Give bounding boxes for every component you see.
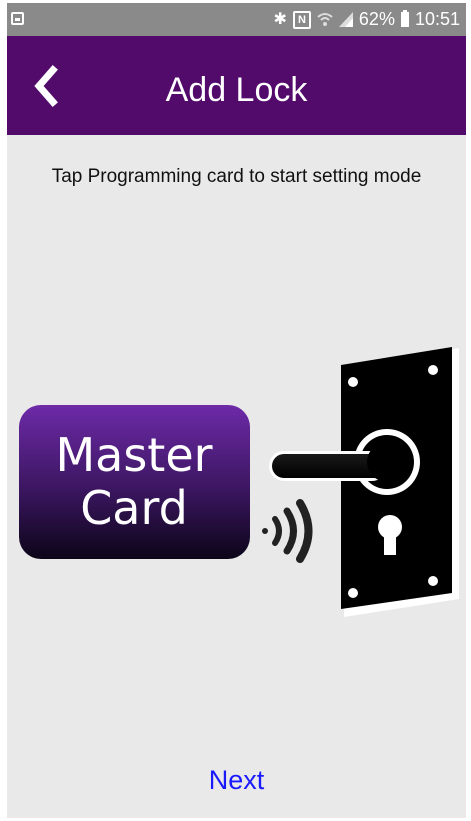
battery-percent: 62% — [358, 9, 395, 29]
wireless-signal-icon — [262, 499, 313, 563]
master-card: Master Card — [19, 405, 250, 559]
status-time: 10:51 — [414, 9, 460, 29]
page-title: Add Lock — [165, 71, 308, 109]
card-line1: Master — [55, 428, 212, 482]
wifi-icon — [317, 12, 333, 26]
app-header: Add Lock — [7, 36, 466, 135]
app-screen: ✱ N 62% 10:51 Add Lock Tap Programming c… — [7, 3, 466, 818]
master-card-lock-illustration: Master Card — [19, 347, 459, 617]
next-button[interactable]: Next — [7, 765, 466, 796]
battery-icon — [400, 10, 409, 27]
status-icons: ✱ N 62% 10:51 — [274, 3, 460, 36]
signal-icon — [338, 12, 353, 27]
screenshot-icon — [11, 12, 24, 25]
card-line2: Card — [80, 481, 188, 535]
status-bar: ✱ N 62% 10:51 — [7, 3, 466, 36]
instruction-text: Tap Programming card to start setting mo… — [51, 166, 422, 187]
bluetooth-icon: ✱ — [273, 10, 287, 28]
nfc-icon: N — [292, 10, 311, 29]
